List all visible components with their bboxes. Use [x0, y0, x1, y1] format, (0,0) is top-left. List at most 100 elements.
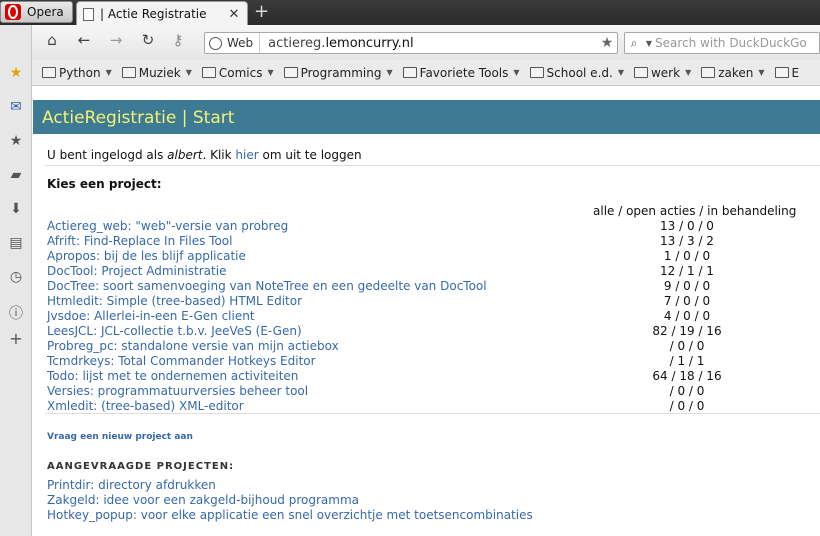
- address-toolbar: ⌂ ← → ↻ ⚷ Web actiereg.lemoncurry.nl ★ ⌕…: [32, 25, 820, 60]
- side-panel: ★ ✉ ★ ▰ ⬇ ▤ ◷ ⓘ +: [0, 25, 32, 536]
- back-icon[interactable]: ←: [74, 31, 94, 49]
- chevron-down-icon[interactable]: ▼: [106, 68, 112, 77]
- new-project-request: Vraag een nieuw project aan: [47, 432, 193, 442]
- project-link[interactable]: Apropos: bij de les blijf applicatie: [47, 249, 246, 263]
- folder-icon: [42, 67, 56, 78]
- search-icon: ⌕: [630, 35, 638, 50]
- bookmark-star-icon[interactable]: ★: [597, 35, 617, 51]
- folder-icon: [633, 67, 648, 78]
- counts-column-header: alle / open acties / in behandeling: [593, 204, 797, 218]
- opera-menu-label: Opera: [27, 5, 64, 19]
- project-counts: 13 / 0 / 0: [660, 219, 714, 233]
- requested-project-link[interactable]: Zakgeld: idee voor een zakgeld-bijhoud p…: [47, 493, 359, 507]
- project-row: Versies: programmatuurversies beheer too…: [47, 384, 807, 399]
- project-row: DocTool: Project Administratie 12 / 1 / 1: [47, 264, 807, 279]
- project-row: Probreg_pc: standalone versie van mijn a…: [47, 339, 807, 354]
- bookmark-folder[interactable]: School e.d. ▼: [529, 65, 624, 80]
- requested-project-link[interactable]: Printdir: directory afdrukken: [47, 478, 216, 492]
- bookmark-label: werk: [650, 65, 681, 80]
- web-badge[interactable]: Web: [205, 33, 261, 53]
- close-icon[interactable]: ✕: [227, 7, 241, 22]
- project-link[interactable]: Xmledit: (tree-based) XML-editor: [47, 399, 244, 413]
- project-link[interactable]: Afrift: Find-Replace In Files Tool: [47, 234, 232, 248]
- project-row: Apropos: bij de les blijf applicatie 1 / …: [47, 249, 807, 264]
- search-engine-dropdown-icon[interactable]: ▼: [643, 39, 655, 48]
- project-link[interactable]: Jvsdoe: Allerlei-in-een E-Gen client: [47, 309, 255, 323]
- favorites-icon[interactable]: ★: [0, 133, 32, 149]
- downloads-icon[interactable]: ⬇: [0, 201, 32, 217]
- bookmark-label: Comics: [218, 65, 263, 80]
- tab-bar: Opera | Actie Registratie ✕ +: [0, 0, 820, 26]
- login-prefix: U bent ingelogd als: [47, 148, 168, 162]
- globe-icon: [209, 36, 222, 50]
- requested-project-link[interactable]: Hotkey_popup: voor elke applicatie een s…: [47, 508, 533, 522]
- folder-icon: [701, 67, 716, 78]
- project-list: Actiereg_web: "web"-versie van probreg 13…: [47, 219, 807, 414]
- url-host-main: lemoncurry.nl: [325, 35, 414, 51]
- chevron-down-icon[interactable]: ▼: [267, 68, 273, 77]
- page-icon: [83, 7, 94, 21]
- bookmark-folder[interactable]: werk ▼: [633, 65, 691, 80]
- opera-menu-button[interactable]: Opera: [0, 1, 73, 23]
- add-panel-icon[interactable]: +: [0, 329, 32, 348]
- project-counts: / 0 / 0: [669, 339, 705, 353]
- project-counts: 12 / 1 / 1: [660, 264, 714, 278]
- project-row: DocTree: soort samenvoeging van NoteTree…: [47, 279, 807, 294]
- chevron-down-icon[interactable]: ▼: [513, 68, 519, 77]
- divider: [45, 413, 820, 414]
- bookmarks-star-icon[interactable]: ★: [0, 65, 32, 81]
- bookmark-folder[interactable]: Muziek ▼: [121, 66, 192, 80]
- notes-icon[interactable]: ▰: [0, 167, 32, 183]
- page-title: ActieRegistratie | Start: [33, 100, 820, 134]
- address-field[interactable]: Web actiereg.lemoncurry.nl ★: [204, 32, 618, 54]
- logout-link[interactable]: hier: [235, 148, 258, 162]
- info-icon[interactable]: ⓘ: [0, 303, 32, 323]
- project-link[interactable]: Tcmdrkeys: Total Commander Hotkeys Edito…: [47, 354, 316, 368]
- chevron-down-icon[interactable]: ▼: [387, 68, 393, 77]
- reload-icon[interactable]: ↻: [138, 31, 158, 49]
- project-link[interactable]: DocTool: Project Administratie: [47, 264, 226, 278]
- windows-icon[interactable]: ▤: [0, 235, 32, 251]
- bookmark-folder[interactable]: zaken ▼: [701, 65, 765, 80]
- project-link[interactable]: Versies: programmatuurversies beheer too…: [47, 384, 308, 398]
- tab-actie-registratie[interactable]: | Actie Registratie ✕: [76, 1, 248, 26]
- tab-title: | Actie Registratie: [100, 7, 207, 21]
- search-placeholder: Search with DuckDuckGo: [655, 36, 807, 50]
- chevron-down-icon[interactable]: ▼: [618, 68, 624, 77]
- chevron-down-icon[interactable]: ▼: [685, 68, 691, 77]
- project-link[interactable]: Actiereg_web: "web"-versie van probreg: [47, 219, 288, 233]
- new-project-link[interactable]: Vraag een nieuw project aan: [47, 432, 193, 442]
- home-icon[interactable]: ⌂: [42, 31, 62, 49]
- project-link[interactable]: Probreg_pc: standalone versie van mijn a…: [47, 339, 339, 353]
- project-link[interactable]: Todo: lijst met te ondernemen activiteit…: [47, 369, 298, 383]
- bookmark-label: Programming: [300, 65, 382, 80]
- chevron-down-icon[interactable]: ▼: [186, 68, 192, 77]
- mail-icon[interactable]: ✉: [0, 99, 32, 115]
- bookmark-label: zaken: [718, 65, 754, 80]
- folder-icon: [283, 67, 298, 78]
- bookmark-folder[interactable]: Comics ▼: [201, 65, 274, 80]
- login-user: albert: [167, 148, 203, 162]
- key-icon[interactable]: ⚷: [168, 31, 188, 49]
- project-counts: / 0 / 0: [669, 399, 705, 413]
- bookmark-folder[interactable]: Python ▼: [42, 66, 112, 80]
- project-link[interactable]: DocTree: soort samenvoeging van NoteTree…: [47, 279, 487, 293]
- login-status: U bent ingelogd als albert. Klik hier om…: [47, 148, 362, 162]
- project-link[interactable]: LeesJCL: JCL-collectie t.b.v. JeeVeS (E-…: [47, 324, 302, 338]
- project-row: Actiereg_web: "web"-versie van probreg 13…: [47, 219, 807, 234]
- search-field[interactable]: ⌕ ▼ Search with DuckDuckGo: [624, 32, 820, 54]
- project-link[interactable]: Htmledit: Simple (tree-based) HTML Edito…: [47, 294, 302, 308]
- project-counts: 82 / 19 / 16: [652, 324, 722, 338]
- forward-icon[interactable]: →: [106, 31, 126, 49]
- history-clock-icon[interactable]: ◷: [0, 269, 32, 285]
- bookmark-folder[interactable]: Programming ▼: [283, 65, 393, 80]
- bookmarks-bar: Python ▼ Muziek ▼ Comics ▼ Programming ▼ Favorie…: [32, 60, 820, 86]
- login-middle: . Klik: [202, 148, 236, 162]
- chevron-down-icon[interactable]: ▼: [758, 68, 764, 77]
- new-tab-button[interactable]: +: [254, 2, 269, 22]
- folder-icon: [402, 67, 417, 78]
- bookmark-label: School e.d.: [546, 65, 613, 80]
- bookmark-folder[interactable]: Favoriete Tools ▼: [402, 66, 520, 80]
- url-text[interactable]: actiereg.lemoncurry.nl: [268, 36, 597, 51]
- bookmark-folder[interactable]: E: [774, 66, 799, 80]
